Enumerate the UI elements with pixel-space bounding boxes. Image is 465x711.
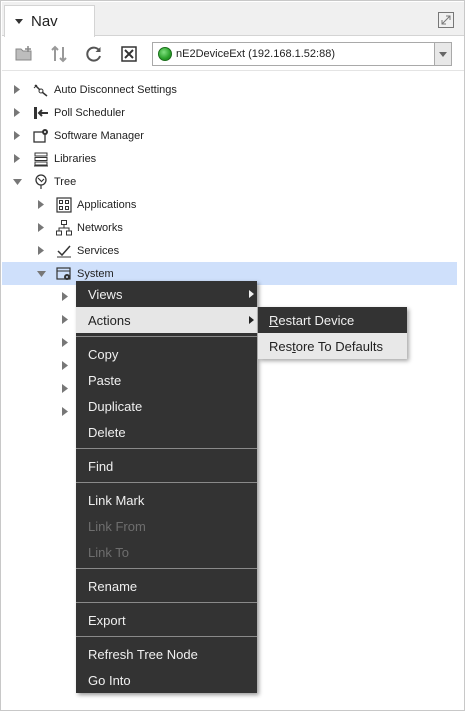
tree-row-networks[interactable]: Networks bbox=[2, 216, 457, 239]
menu-item-link-from: Link From bbox=[76, 513, 257, 539]
menu-item-export[interactable]: Export bbox=[76, 607, 257, 633]
auto-disconnect-icon bbox=[33, 82, 49, 98]
tree-item-label: Poll Scheduler bbox=[54, 106, 125, 119]
nav-tab-strip: Nav bbox=[2, 2, 464, 37]
expand-arrow-icon[interactable] bbox=[12, 108, 22, 118]
menu-item-label: Restart Device bbox=[269, 312, 355, 328]
new-folder-icon[interactable] bbox=[13, 43, 35, 65]
tree-icon bbox=[33, 173, 49, 190]
tree-row-software-manager[interactable]: Software Manager bbox=[2, 124, 457, 147]
menu-item-restart-device[interactable]: Restart Device bbox=[258, 307, 407, 333]
menu-item-copy[interactable]: Copy bbox=[76, 341, 257, 367]
refresh-icon[interactable] bbox=[83, 43, 105, 65]
menu-item-label: Link Mark bbox=[88, 492, 145, 508]
menu-item-paste[interactable]: Paste bbox=[76, 367, 257, 393]
expand-arrow-icon[interactable] bbox=[60, 291, 70, 301]
expand-arrow-icon[interactable] bbox=[12, 154, 22, 164]
libraries-icon bbox=[33, 151, 49, 167]
expand-arrow-icon[interactable] bbox=[36, 200, 46, 210]
menu-item-find[interactable]: Find bbox=[76, 453, 257, 479]
menu-separator bbox=[76, 602, 257, 603]
menu-item-label: Link To bbox=[88, 544, 129, 560]
nav-toolbar: nE2DeviceExt (192.168.1.52:88) bbox=[2, 37, 464, 71]
nav-tab-title: Nav bbox=[31, 13, 58, 30]
menu-item-refresh-tree-node[interactable]: Refresh Tree Node bbox=[76, 641, 257, 667]
expand-arrow-icon[interactable] bbox=[36, 223, 46, 233]
context-menu: Views Actions Copy Paste Duplicate Delet… bbox=[76, 281, 257, 693]
menu-item-label: Refresh Tree Node bbox=[88, 646, 198, 662]
menu-item-label: Go Into bbox=[88, 672, 131, 688]
menu-item-rename[interactable]: Rename bbox=[76, 573, 257, 599]
expand-arrow-icon[interactable] bbox=[60, 406, 70, 416]
tree-item-label: Tree bbox=[54, 175, 77, 188]
expand-arrow-icon[interactable] bbox=[12, 131, 22, 141]
tree-item-label: Software Manager bbox=[54, 129, 144, 142]
menu-item-label: Paste bbox=[88, 372, 122, 388]
nav-panel: Nav nE2DeviceExt (192.168.1.52:88) Auto … bbox=[0, 0, 465, 711]
expand-arrow-icon[interactable] bbox=[36, 246, 46, 256]
menu-item-label: Restore To Defaults bbox=[269, 338, 383, 354]
system-icon bbox=[56, 266, 72, 282]
software-manager-icon bbox=[33, 128, 49, 144]
station-label: nE2DeviceExt (192.168.1.52:88) bbox=[176, 48, 335, 60]
tree-row-tree[interactable]: Tree bbox=[2, 170, 457, 193]
poll-scheduler-icon bbox=[33, 105, 49, 121]
menu-item-label: Views bbox=[88, 286, 123, 302]
station-status-icon bbox=[158, 47, 172, 61]
collapse-arrow-icon[interactable] bbox=[12, 177, 22, 187]
menu-separator bbox=[76, 568, 257, 569]
applications-icon bbox=[56, 196, 72, 213]
actions-submenu: Restart Device Restore To Defaults bbox=[258, 307, 407, 359]
tree-row-poll-scheduler[interactable]: Poll Scheduler bbox=[2, 101, 457, 124]
menu-item-go-into[interactable]: Go Into bbox=[76, 667, 257, 693]
menu-item-label: Actions bbox=[88, 312, 131, 328]
expand-arrow-icon[interactable] bbox=[12, 85, 22, 95]
tree-item-label: System bbox=[77, 267, 114, 280]
nav-tab[interactable]: Nav bbox=[4, 5, 95, 37]
submenu-arrow-icon bbox=[249, 316, 254, 324]
menu-item-label: Delete bbox=[88, 424, 126, 440]
menu-item-label: Duplicate bbox=[88, 398, 143, 414]
tree-row-libraries[interactable]: Libraries bbox=[2, 147, 457, 170]
menu-separator bbox=[76, 448, 257, 449]
maximize-icon[interactable] bbox=[438, 12, 454, 28]
close-station-icon[interactable] bbox=[118, 43, 140, 65]
submenu-arrow-icon bbox=[249, 290, 254, 298]
expand-arrow-icon[interactable] bbox=[60, 360, 70, 370]
tree-row-applications[interactable]: Applications bbox=[2, 193, 457, 216]
menu-item-label: Link From bbox=[88, 518, 146, 534]
menu-item-views[interactable]: Views bbox=[76, 281, 257, 307]
menu-item-label: Export bbox=[88, 612, 126, 628]
expand-arrow-icon[interactable] bbox=[60, 383, 70, 393]
menu-item-restore-to-defaults[interactable]: Restore To Defaults bbox=[258, 333, 407, 359]
expand-arrow-icon[interactable] bbox=[60, 314, 70, 324]
menu-item-link-mark[interactable]: Link Mark bbox=[76, 487, 257, 513]
tree-row-services[interactable]: Services bbox=[2, 239, 457, 262]
collapse-arrow-icon[interactable] bbox=[36, 269, 46, 279]
chevron-down-icon[interactable] bbox=[434, 43, 451, 65]
networks-icon bbox=[56, 219, 72, 236]
tree-item-label: Networks bbox=[77, 221, 123, 234]
tree-row-auto-disconnect[interactable]: Auto Disconnect Settings bbox=[2, 78, 457, 101]
tree-item-label: Services bbox=[77, 244, 120, 257]
tree-item-label: Libraries bbox=[54, 152, 97, 165]
menu-item-label: Find bbox=[88, 458, 114, 474]
services-icon bbox=[56, 243, 72, 259]
menu-separator bbox=[76, 482, 257, 483]
station-selector[interactable]: nE2DeviceExt (192.168.1.52:88) bbox=[152, 42, 452, 66]
menu-item-label: Rename bbox=[88, 578, 138, 594]
menu-item-actions[interactable]: Actions bbox=[76, 307, 257, 333]
caret-down-icon[interactable] bbox=[13, 16, 25, 28]
tree-item-label: Applications bbox=[77, 198, 137, 211]
menu-item-label: Copy bbox=[88, 346, 119, 362]
expand-arrow-icon[interactable] bbox=[60, 337, 70, 347]
sort-icon[interactable] bbox=[48, 43, 70, 65]
tree-item-label: Auto Disconnect Settings bbox=[54, 83, 177, 96]
menu-item-duplicate[interactable]: Duplicate bbox=[76, 393, 257, 419]
menu-item-link-to: Link To bbox=[76, 539, 257, 565]
menu-item-delete[interactable]: Delete bbox=[76, 419, 257, 445]
menu-separator bbox=[76, 636, 257, 637]
menu-separator bbox=[76, 336, 257, 337]
